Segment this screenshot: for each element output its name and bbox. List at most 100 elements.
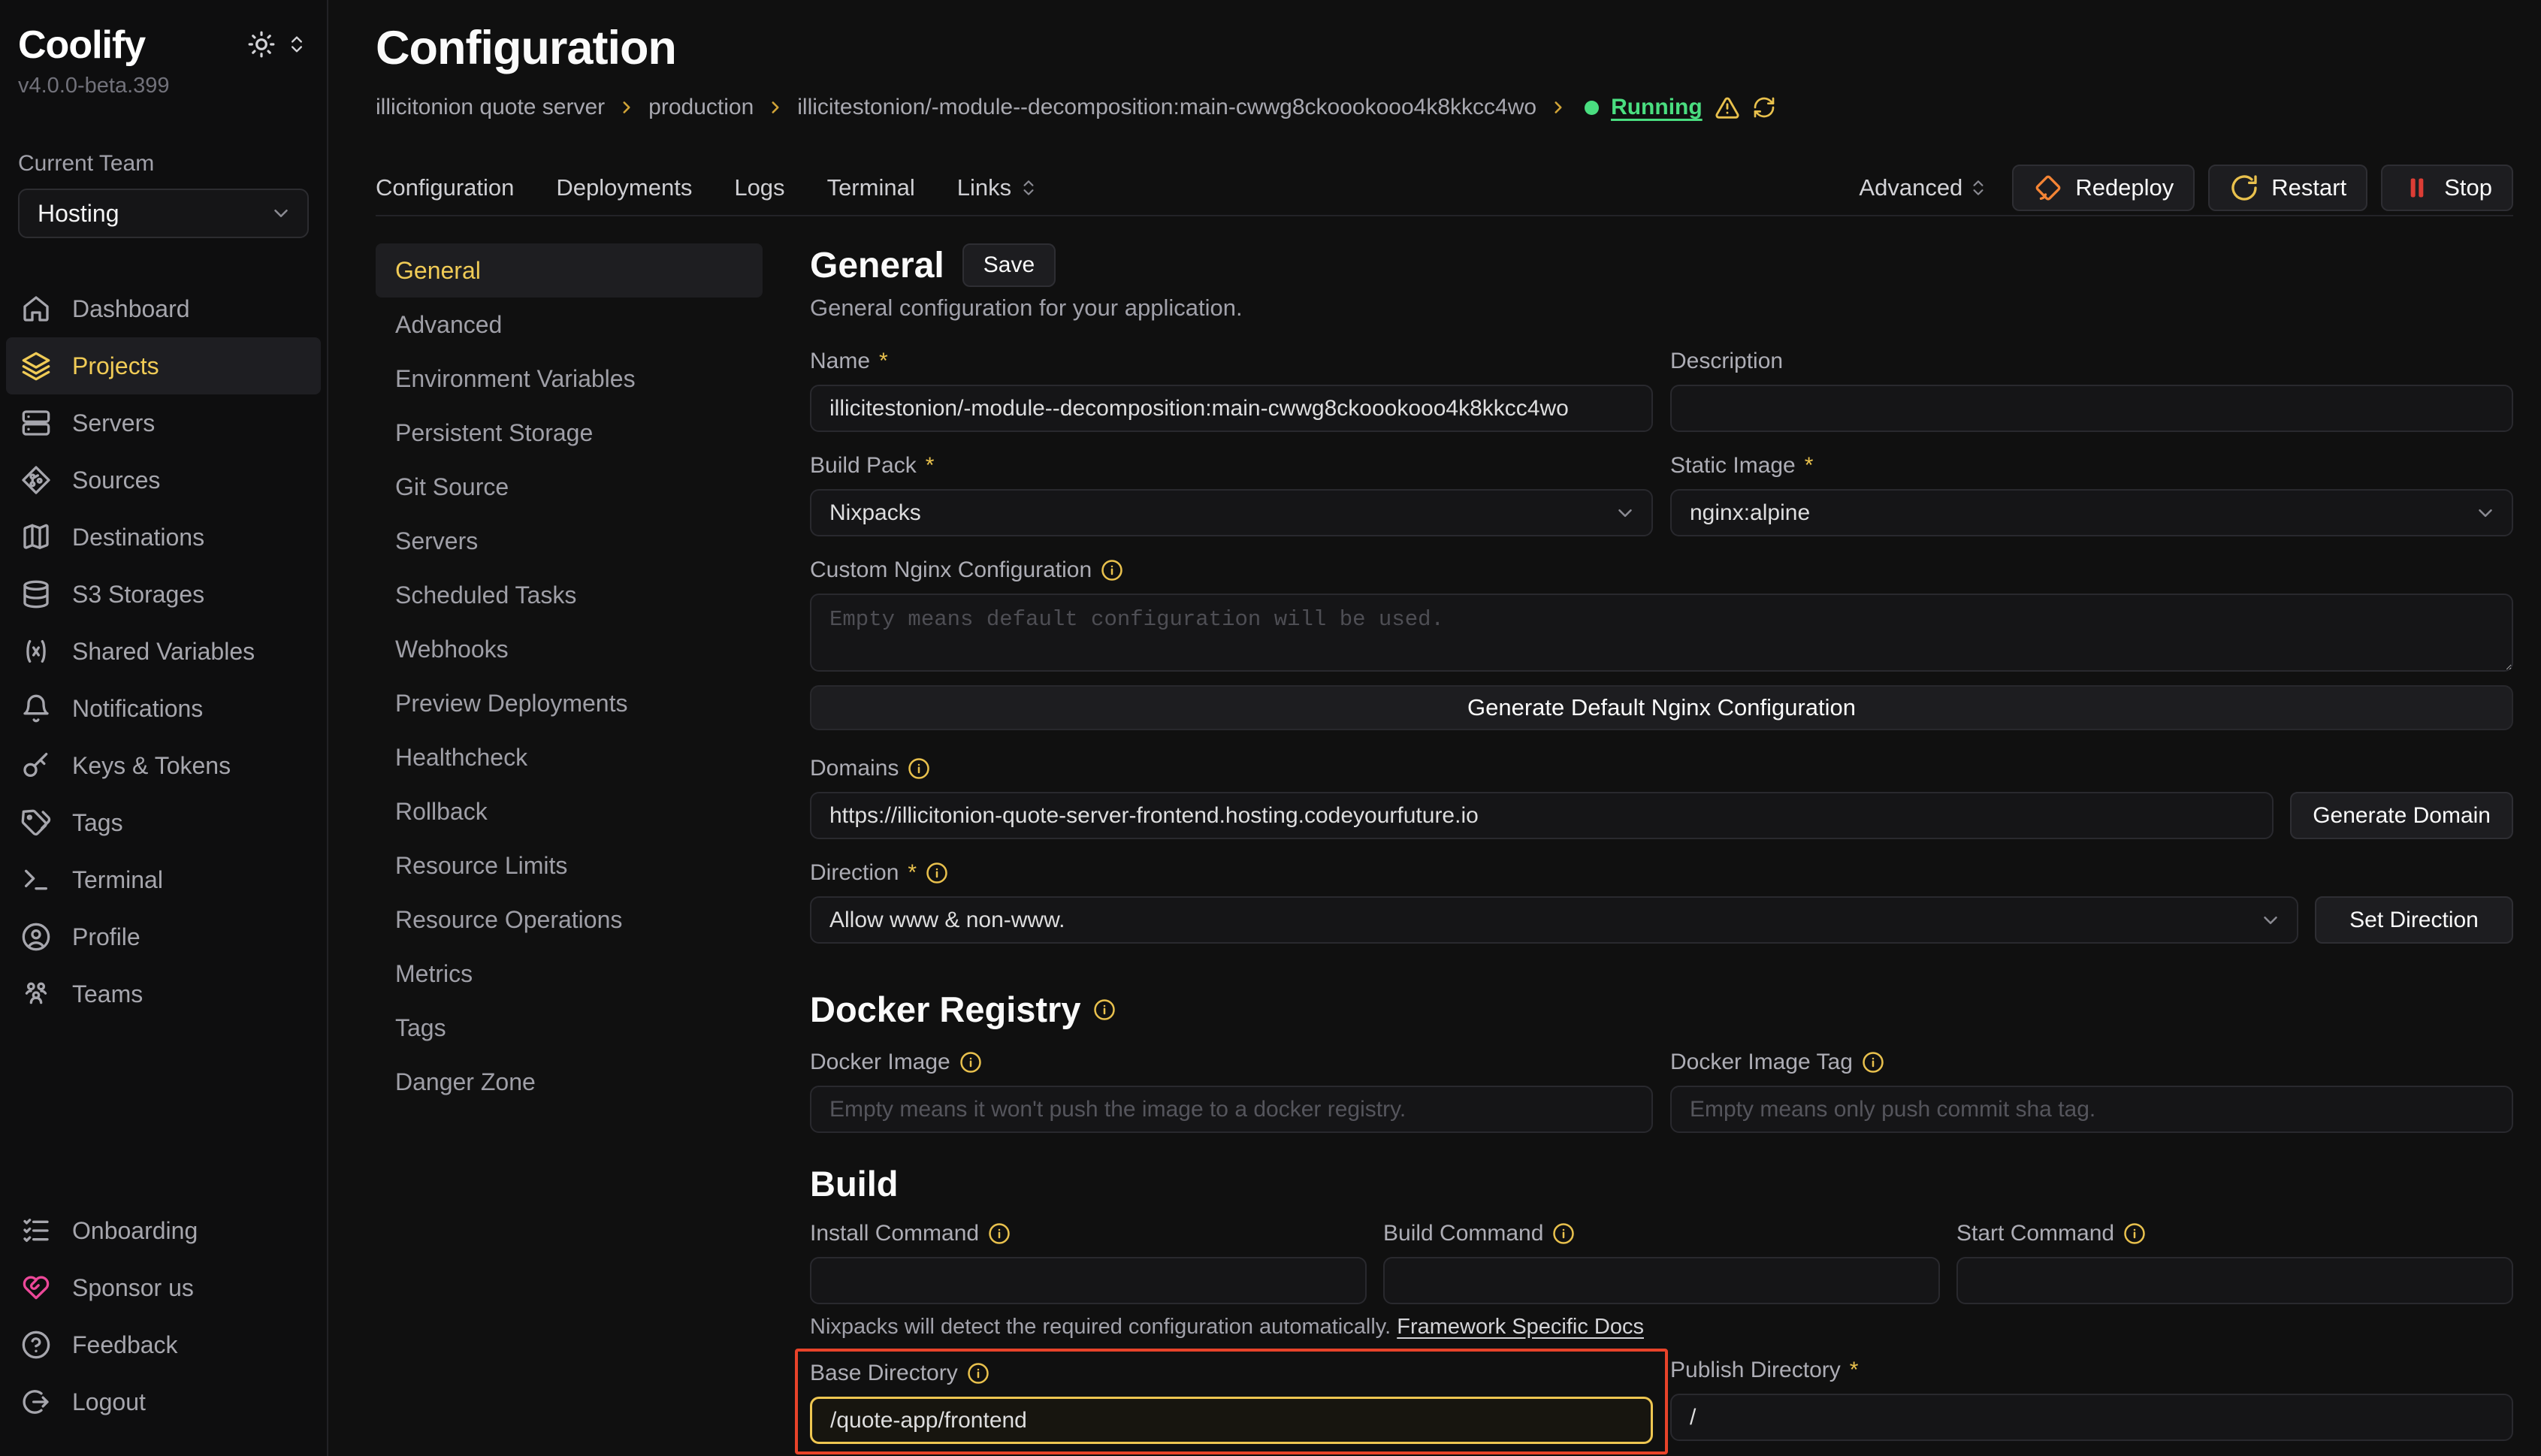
install-command-input[interactable] — [810, 1257, 1367, 1304]
info-icon[interactable] — [926, 862, 948, 884]
tab-links[interactable]: Links — [957, 174, 1038, 201]
team-select-value: Hosting — [38, 200, 119, 228]
tab-terminal[interactable]: Terminal — [827, 174, 915, 201]
subnav-item-preview-deployments[interactable]: Preview Deployments — [376, 676, 763, 730]
info-icon[interactable] — [959, 1051, 982, 1074]
breadcrumb-environment[interactable]: production — [648, 95, 754, 120]
redeploy-label: Redeploy — [2075, 174, 2174, 201]
tab-deployments[interactable]: Deployments — [556, 174, 692, 201]
description-input[interactable] — [1670, 385, 2513, 432]
static-image-field: Static Image * nginx:alpine — [1670, 453, 2513, 536]
start-command-input[interactable] — [1956, 1257, 2513, 1304]
save-button[interactable]: Save — [962, 243, 1056, 287]
direction-select[interactable]: Allow www & non-www. — [810, 896, 2298, 944]
theme-selector-chevrons-icon[interactable] — [286, 34, 307, 55]
sidebar-item-onboarding[interactable]: Onboarding — [6, 1202, 321, 1259]
info-icon[interactable] — [967, 1362, 990, 1385]
sidebar-item-destinations[interactable]: Destinations — [6, 509, 321, 566]
sidebar-item-profile[interactable]: Profile — [6, 908, 321, 965]
subnav-item-tags[interactable]: Tags — [376, 1001, 763, 1055]
refresh-icon[interactable] — [1752, 95, 1776, 119]
sidebar-item-projects[interactable]: Projects — [6, 337, 321, 394]
framework-docs-link[interactable]: Framework Specific Docs — [1397, 1315, 1644, 1339]
sidebar-item-dashboard[interactable]: Dashboard — [6, 280, 321, 337]
info-icon[interactable] — [1552, 1222, 1575, 1245]
subnav-item-rollback[interactable]: Rollback — [376, 784, 763, 838]
subnav-item-persistent-storage[interactable]: Persistent Storage — [376, 406, 763, 460]
sidebar-item-keys-tokens[interactable]: Keys & Tokens — [6, 737, 321, 794]
tab-logs[interactable]: Logs — [734, 174, 784, 201]
subnav-item-resource-operations[interactable]: Resource Operations — [376, 893, 763, 947]
subnav-item-servers[interactable]: Servers — [376, 514, 763, 568]
base-directory-label: Base Directory — [810, 1361, 958, 1386]
domains-input[interactable] — [810, 792, 2274, 839]
install-command-field: Install Command — [810, 1221, 1367, 1304]
info-icon[interactable] — [1093, 998, 1116, 1021]
subnav-item-webhooks[interactable]: Webhooks — [376, 622, 763, 676]
restart-button[interactable]: Restart — [2208, 165, 2367, 211]
chevron-down-icon — [2259, 909, 2282, 932]
docker-image-input[interactable] — [810, 1086, 1653, 1133]
sidebar-item-label: Feedback — [72, 1331, 178, 1359]
sidebar-item-feedback[interactable]: Feedback — [6, 1316, 321, 1373]
subnav-item-general[interactable]: General — [376, 243, 763, 298]
sidebar-item-label: Terminal — [72, 866, 163, 894]
info-icon[interactable] — [1862, 1051, 1884, 1074]
sidebar-item-sources[interactable]: Sources — [6, 452, 321, 509]
name-input[interactable] — [810, 385, 1653, 432]
static-image-select[interactable]: nginx:alpine — [1670, 489, 2513, 536]
subnav-item-advanced[interactable]: Advanced — [376, 298, 763, 352]
base-directory-input[interactable] — [810, 1397, 1653, 1444]
sidebar-item-s3-storages[interactable]: S3 Storages — [6, 566, 321, 623]
build-pack-select[interactable]: Nixpacks — [810, 489, 1653, 536]
theme-sun-icon[interactable] — [247, 30, 276, 59]
subnav-item-danger-zone[interactable]: Danger Zone — [376, 1055, 763, 1109]
build-command-input[interactable] — [1383, 1257, 1940, 1304]
chevron-right-icon — [617, 98, 636, 117]
sidebar-item-shared-variables[interactable]: Shared Variables — [6, 623, 321, 680]
info-icon[interactable] — [2123, 1222, 2146, 1245]
subnav-item-environment-variables[interactable]: Environment Variables — [376, 352, 763, 406]
sidebar-item-label: S3 Storages — [72, 581, 204, 609]
generate-nginx-config-button[interactable]: Generate Default Nginx Configuration — [810, 685, 2513, 730]
stop-button[interactable]: Stop — [2381, 165, 2513, 211]
subnav-item-metrics[interactable]: Metrics — [376, 947, 763, 1001]
info-icon[interactable] — [1101, 559, 1123, 581]
warning-triangle-icon[interactable] — [1715, 95, 1740, 120]
sidebar-item-logout[interactable]: Logout — [6, 1373, 321, 1430]
stop-pause-icon — [2402, 173, 2432, 203]
breadcrumb-project[interactable]: illicitonion quote server — [376, 95, 605, 120]
breadcrumb-application[interactable]: illicitestonion/-module--decomposition:m… — [797, 95, 1536, 120]
set-direction-button[interactable]: Set Direction — [2315, 896, 2513, 944]
docker-image-tag-input[interactable] — [1670, 1086, 2513, 1133]
chevron-down-icon — [1614, 502, 1636, 524]
sidebar-item-teams[interactable]: Teams — [6, 965, 321, 1023]
subnav-item-scheduled-tasks[interactable]: Scheduled Tasks — [376, 568, 763, 622]
subnav-item-healthcheck[interactable]: Healthcheck — [376, 730, 763, 784]
sidebar-item-servers[interactable]: Servers — [6, 394, 321, 452]
advanced-dropdown[interactable]: Advanced — [1859, 174, 1988, 201]
start-command-field: Start Command — [1956, 1221, 2513, 1304]
chevron-right-icon — [1548, 98, 1568, 117]
subnav-item-resource-limits[interactable]: Resource Limits — [376, 838, 763, 893]
generate-domain-button[interactable]: Generate Domain — [2290, 792, 2513, 839]
required-marker: * — [1805, 453, 1814, 479]
sidebar-item-terminal[interactable]: Terminal — [6, 851, 321, 908]
info-icon[interactable] — [988, 1222, 1011, 1245]
variable-icon — [21, 636, 51, 666]
redeploy-button[interactable]: Redeploy — [2012, 165, 2195, 211]
direction-field: Direction * Allow www & non-www. Set Dir… — [810, 860, 2513, 944]
sidebar-item-tags[interactable]: Tags — [6, 794, 321, 851]
info-icon[interactable] — [908, 757, 930, 780]
required-marker: * — [1850, 1358, 1859, 1383]
status-badge[interactable]: Running — [1611, 95, 1703, 120]
sidebar-item-label: Projects — [72, 352, 159, 380]
sidebar-item-notifications[interactable]: Notifications — [6, 680, 321, 737]
publish-directory-input[interactable] — [1670, 1394, 2513, 1441]
team-select[interactable]: Hosting — [18, 189, 309, 238]
sidebar-item-label: Sources — [72, 467, 160, 494]
nginx-config-textarea[interactable] — [810, 594, 2513, 672]
subnav-item-git-source[interactable]: Git Source — [376, 460, 763, 514]
sidebar-item-sponsor[interactable]: Sponsor us — [6, 1259, 321, 1316]
tab-configuration[interactable]: Configuration — [376, 174, 514, 201]
